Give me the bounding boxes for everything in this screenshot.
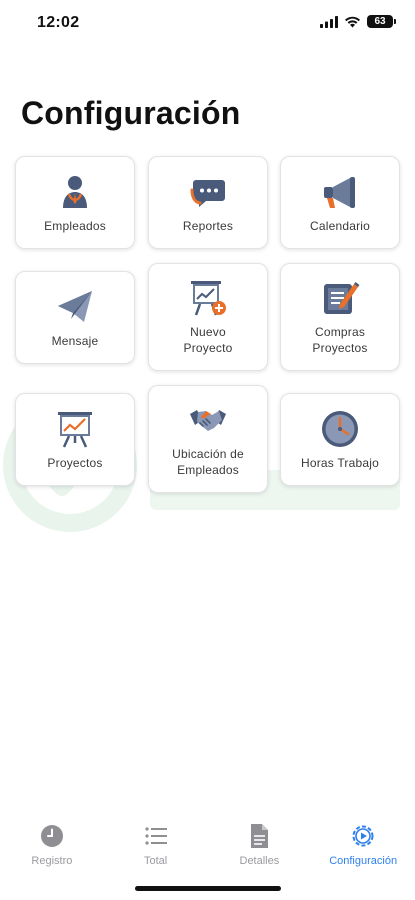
tile-reportes[interactable]: Reportes — [148, 156, 268, 249]
tile-label: Reportes — [182, 218, 234, 233]
tile-empleados[interactable]: Empleados — [15, 156, 135, 249]
signal-icon — [320, 15, 338, 28]
tile-ubicacion-empleados[interactable]: Ubicación de Empleados — [148, 385, 268, 493]
tab-total[interactable]: Total — [104, 815, 208, 875]
tile-calendario[interactable]: Calendario — [280, 156, 400, 249]
clock-icon — [322, 410, 358, 447]
tile-mensaje[interactable]: Mensaje — [15, 271, 135, 364]
home-indicator — [135, 886, 281, 891]
gear-play-icon — [352, 825, 374, 847]
chat-bubbles-icon — [190, 179, 225, 207]
tile-nuevo-proyecto[interactable]: Nuevo Proyecto — [148, 263, 268, 371]
tab-bar: Registro Total Detalles Configuración — [0, 815, 415, 875]
presentation-add-icon — [191, 281, 226, 316]
tab-detalles[interactable]: Detalles — [208, 815, 312, 875]
megaphone-icon — [324, 176, 355, 208]
tab-label: Total — [144, 855, 168, 867]
tab-label: Configuración — [329, 855, 398, 867]
tile-label: Horas Trabajo — [301, 455, 379, 470]
employee-icon — [63, 175, 87, 208]
paper-plane-icon — [58, 290, 92, 322]
tab-label: Registro — [31, 855, 73, 867]
presentation-chart-icon — [58, 411, 92, 448]
status-bar: 12:02 63 — [0, 0, 415, 44]
tab-configuracion[interactable]: Configuración — [311, 815, 415, 875]
notepad-pencil-icon — [324, 282, 360, 314]
tile-label-line-1: Compras — [314, 325, 366, 339]
tile-label: Empleados — [44, 218, 106, 233]
tile-label-line-2: Proyecto — [183, 341, 233, 355]
status-icons: 63 — [320, 15, 396, 28]
tile-proyectos[interactable]: Proyectos — [15, 393, 135, 486]
list-icon — [145, 827, 167, 845]
page-title: Configuración — [21, 95, 241, 131]
battery-icon: 63 — [367, 15, 396, 28]
clock-filled-icon — [40, 825, 63, 847]
tile-label-line-2: Proyectos — [312, 341, 368, 355]
tab-registro[interactable]: Registro — [0, 815, 104, 875]
tile-label: Mensaje — [51, 333, 99, 348]
tile-compras-proyectos[interactable]: Compras Proyectos — [280, 263, 400, 371]
document-icon — [251, 824, 269, 848]
tile-label-line-1: Ubicación de — [172, 447, 244, 461]
tile-label-line-1: Nuevo — [190, 325, 226, 339]
wifi-icon — [345, 16, 360, 27]
battery-level: 63 — [374, 16, 386, 27]
status-time: 12:02 — [37, 14, 80, 31]
tile-horas-trabajo[interactable]: Horas Trabajo — [280, 393, 400, 486]
tab-label: Detalles — [239, 855, 280, 867]
tile-label: Proyectos — [47, 455, 103, 470]
tile-label-line-2: Empleados — [177, 463, 239, 477]
tile-label: Calendario — [309, 218, 371, 233]
handshake-icon — [190, 410, 226, 431]
